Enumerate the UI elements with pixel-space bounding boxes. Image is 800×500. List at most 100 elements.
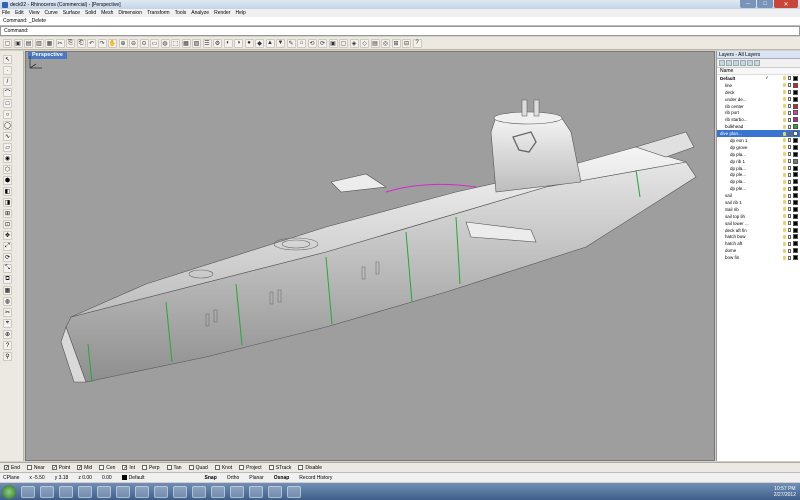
start-button[interactable] [2,484,16,499]
checkbox[interactable] [268,465,274,470]
layer-lock-icon[interactable] [788,193,791,198]
layer-color-swatch[interactable] [793,213,798,219]
osnap-tan[interactable]: Tan [166,465,182,471]
toolbar-tool-icon[interactable]: ▭ [150,38,159,48]
main-toolbar-tool-icon[interactable]: ✥ [3,231,12,240]
layer-color-swatch[interactable] [793,220,798,226]
toolbar-tool-icon[interactable]: ⊟ [402,38,411,48]
main-toolbar-tool-icon[interactable]: ⊕ [3,330,12,339]
osnap-end[interactable]: ✓ End [4,465,20,471]
menu-file[interactable]: File [2,10,10,16]
toolbar-tool-icon[interactable]: ▢ [3,38,12,48]
layer-row[interactable]: dp pla... [717,178,800,185]
layer-lock-icon[interactable] [788,214,791,219]
main-toolbar-tool-icon[interactable]: ◍ [3,297,12,306]
menu-surface[interactable]: Surface [63,10,80,16]
toolbar-tool-icon[interactable]: ⊖ [129,38,138,48]
main-toolbar-tool-icon[interactable]: ⚲ [3,352,12,361]
toolbar-tool-icon[interactable]: ▤ [24,38,33,48]
layer-visible-icon[interactable] [783,131,786,136]
toolbar-tool-icon[interactable]: ✎ [286,38,296,48]
layer-color-swatch[interactable] [793,199,798,205]
layer-visible-icon[interactable] [783,159,786,164]
main-toolbar-tool-icon[interactable]: / [3,77,12,86]
toolbar-tool-icon[interactable]: ▣ [328,38,338,48]
layer-lock-icon[interactable] [788,221,791,226]
toolbar-tool-icon[interactable]: ⟳ [318,38,327,48]
main-toolbar-tool-icon[interactable]: ⤢ [3,242,12,251]
layer-lock-icon[interactable] [788,76,791,81]
toolbar-tool-icon[interactable]: ▦ [181,38,191,48]
layer-row[interactable]: dive plan... [717,130,800,138]
layer-row[interactable]: sail rib 1 [717,199,800,206]
layer-visible-icon[interactable] [783,179,786,184]
checkbox[interactable] [188,465,194,470]
layer-color-swatch[interactable] [793,124,798,130]
layer-row[interactable]: rib starbo... [717,116,800,123]
taskbar-app-icon[interactable] [135,485,149,498]
main-toolbar-tool-icon[interactable]: ◧ [3,187,12,196]
layer-color-swatch[interactable] [793,241,798,247]
layer-row[interactable]: hatch aft [717,240,800,247]
layer-visible-icon[interactable] [783,186,786,191]
layer-row[interactable]: sail top lih [717,213,800,220]
osnap-disable[interactable]: Disable [298,465,322,471]
layer-lock-icon[interactable] [788,241,791,246]
layer-lock-icon[interactable] [788,104,791,108]
layer-color-swatch[interactable] [793,89,798,95]
osnap-perp[interactable]: Perp [141,465,160,471]
layer-visible-icon[interactable] [783,117,786,122]
taskbar-app-icon[interactable] [154,485,168,498]
toolbar-tool-icon[interactable]: ▧ [192,38,201,48]
checkbox[interactable] [166,465,172,470]
layer-lock-icon[interactable] [788,179,791,184]
toolbar-tool-icon[interactable]: ⌂ [297,38,306,48]
layer-color-swatch[interactable] [793,110,798,116]
menu-solid[interactable]: Solid [85,10,96,16]
toolbar-tool-icon[interactable]: ◆ [255,38,264,48]
toolbar-tool-icon[interactable]: ▣ [13,38,23,48]
layer-visible-icon[interactable] [783,97,786,102]
layer-visible-icon[interactable] [783,248,786,253]
layer-row[interactable]: dp ple... [717,171,800,178]
layer-visible-icon[interactable] [783,138,786,143]
layer-color-swatch[interactable] [793,227,798,233]
osnap-quad[interactable]: Quad [188,465,208,471]
menu-mesh[interactable]: Mesh [101,10,113,16]
layer-visible-icon[interactable] [783,193,786,198]
layer-row[interactable]: sail [717,192,800,199]
layer-lock-icon[interactable] [788,234,791,239]
main-toolbar-tool-icon[interactable]: ? [3,341,12,350]
taskbar-app-icon[interactable] [230,485,244,498]
layer-visible-icon[interactable] [783,124,786,129]
menu-analyze[interactable]: Analyze [191,10,209,16]
toolbar-tool-icon[interactable]: ▲ [265,38,275,48]
layer-row[interactable]: rib port [717,109,800,116]
toolbar-tool-icon[interactable]: ⊕ [118,38,128,48]
new-sublayer-icon[interactable] [726,60,732,66]
layer-row[interactable]: deck [717,89,800,96]
main-toolbar-tool-icon[interactable]: ⌖ [3,319,12,328]
layer-row[interactable]: dp eon 1 [717,137,800,144]
filter-icon[interactable] [754,60,760,66]
taskbar-app-icon[interactable] [249,485,263,498]
status-toggle-ortho[interactable]: Ortho [227,475,240,481]
toolbar-tool-icon[interactable]: ✂ [55,38,65,48]
toolbar-tool-icon[interactable]: ● [244,38,254,48]
main-toolbar-tool-icon[interactable]: ∿ [3,132,12,141]
layer-lock-icon[interactable] [788,248,791,253]
perspective-viewport[interactable]: Perspective [25,51,715,461]
main-toolbar-tool-icon[interactable]: ⌒ [3,88,12,97]
osnap-strack[interactable]: STrack [268,465,291,471]
layer-row[interactable]: dp grove [717,144,800,151]
new-layer-icon[interactable] [719,60,725,66]
layer-visible-icon[interactable] [783,145,786,150]
layer-row[interactable]: bow fin [717,254,800,261]
delete-layer-icon[interactable] [733,60,739,66]
toolbar-tool-icon[interactable]: ◐ [223,38,233,48]
status-toggle-osnap[interactable]: Osnap [274,475,290,481]
layer-row[interactable]: dome [717,247,800,254]
toolbar-tool-icon[interactable]: ⟲ [307,38,317,48]
menu-view[interactable]: View [29,10,40,16]
toolbar-tool-icon[interactable]: ? [412,38,422,48]
